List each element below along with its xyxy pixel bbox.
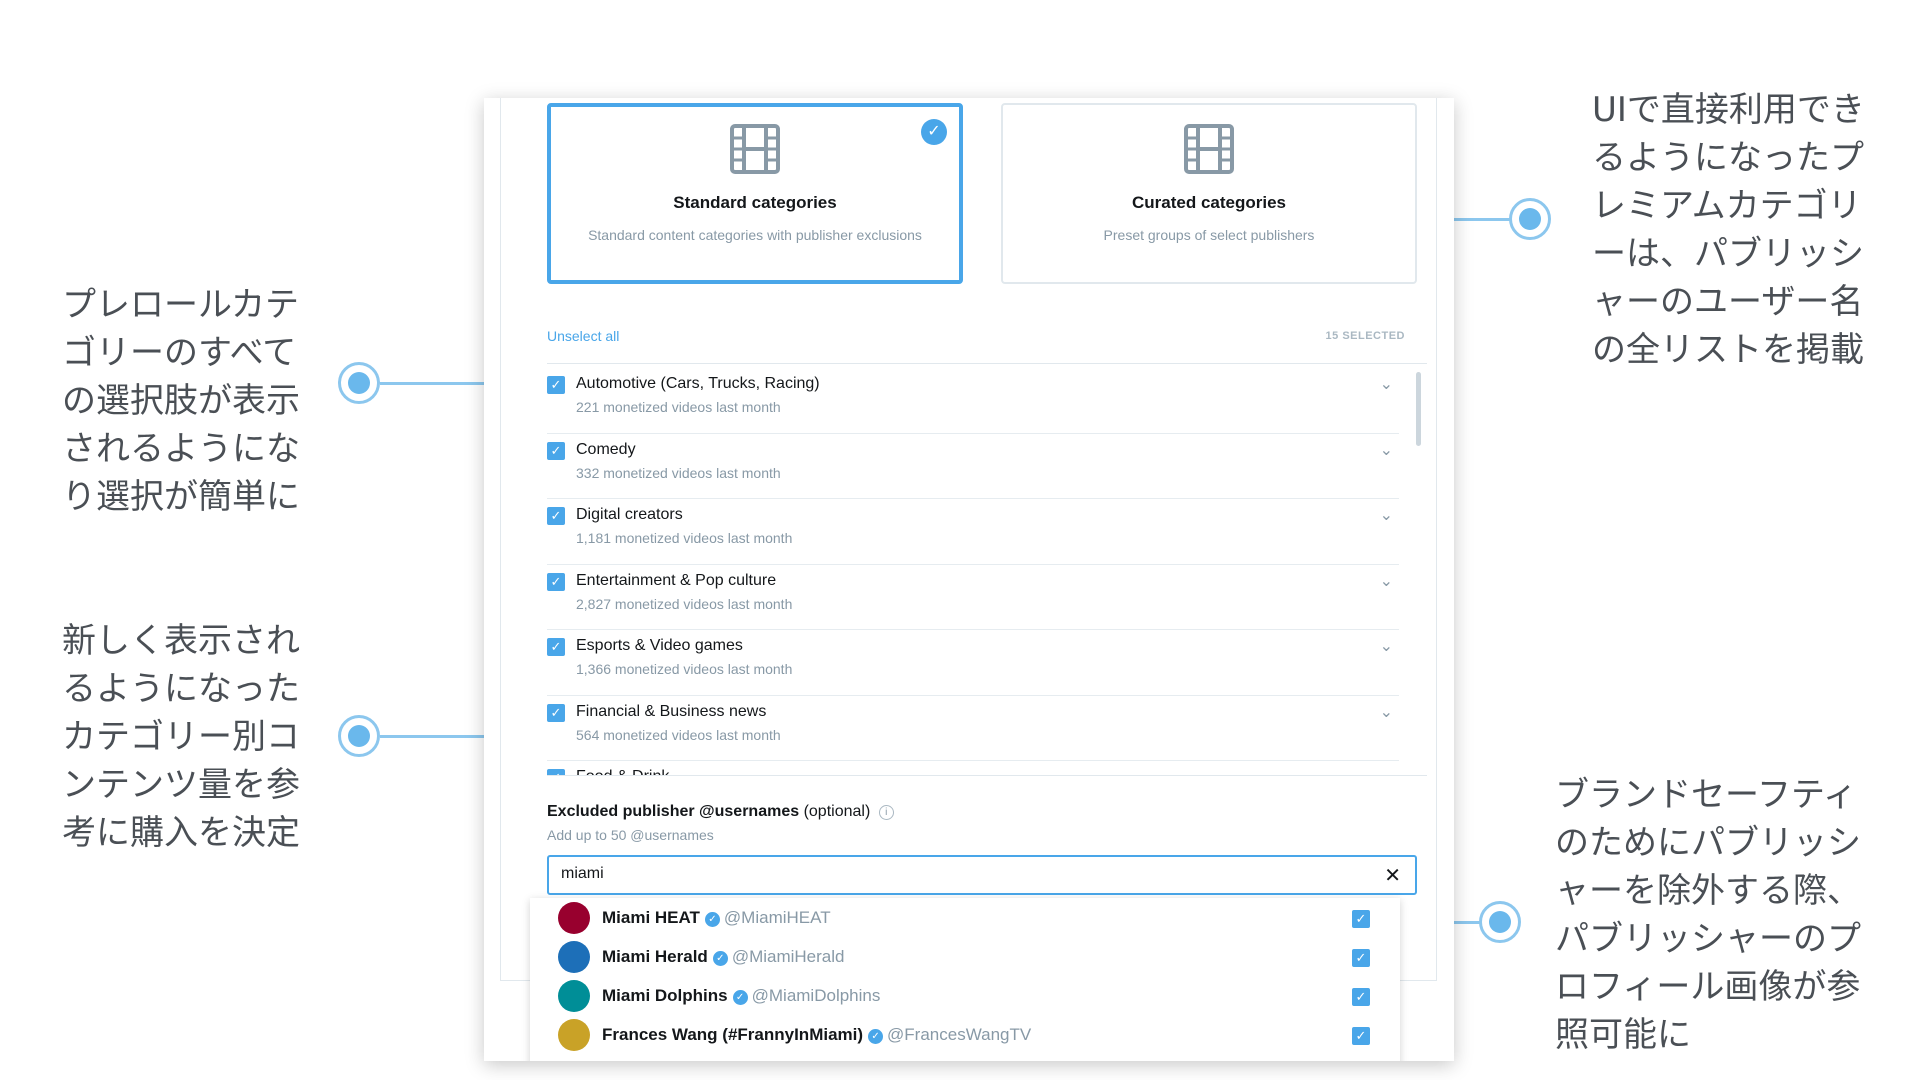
chevron-down-icon[interactable]: ⌄: [1380, 767, 1393, 775]
clear-icon[interactable]: ✕: [1384, 863, 1401, 888]
category-checkbox[interactable]: ✓: [547, 703, 565, 722]
verified-icon: ✓: [704, 912, 720, 927]
category-name: Food & Drink: [576, 768, 669, 775]
username-limit: 50: [610, 827, 627, 843]
curated-categories-title: Curated categories: [1132, 193, 1286, 212]
publisher-name: Miami HEAT ✓ @MiamiHEAT: [602, 908, 831, 928]
exclude-checkbox[interactable]: ✓: [1352, 1027, 1370, 1045]
exclude-checkbox[interactable]: ✓: [1352, 910, 1370, 928]
standard-categories-card[interactable]: Standard categories Standard content cat…: [547, 103, 963, 284]
chevron-down-icon[interactable]: ⌄: [1380, 505, 1393, 525]
selected-count: 15 SELECTED: [1325, 330, 1405, 342]
category-video-count: 1,366 monetized videos last month: [576, 661, 793, 677]
film-icon: [1184, 124, 1234, 174]
publisher-name: Frances Wang (#FrannyInMiami) ✓ @FrancesWa…: [602, 1025, 1031, 1045]
category-checkbox[interactable]: ✓: [547, 376, 565, 394]
publisher-name: Miami Herald ✓ @MiamiHerald: [602, 947, 844, 967]
category-checkbox[interactable]: ✓: [547, 638, 565, 656]
category-checkbox[interactable]: ✓: [547, 572, 565, 591]
category-name: Digital creators: [576, 506, 683, 523]
exclude-checkbox[interactable]: ✓: [1352, 949, 1370, 967]
curated-categories-description: Preset groups of select publishers: [1103, 227, 1315, 243]
category-row[interactable]: ✓ Esports & Video games 1,366 monetized …: [547, 630, 1399, 696]
excluded-publishers-section: Excluded publisher @usernames (optional)…: [547, 803, 1417, 895]
publisher-display-name: Miami Dolphins: [602, 986, 728, 1005]
excluded-publishers-heading: Excluded publisher @usernames (optional)…: [547, 803, 1417, 821]
annotation-premium-categories: UIで直接利用できるようになったプレミアムカテゴリーは、パブリッシャーのユーザー…: [1592, 90, 1865, 370]
category-checkbox[interactable]: ✓: [547, 507, 565, 525]
publisher-results-dropdown: Miami HEAT ✓ @MiamiHEAT ✓ Miami Herald ✓ @Mi…: [530, 898, 1400, 1061]
help-suffix: @usernames: [630, 827, 714, 843]
category-name: Entertainment & Pop culture: [576, 571, 777, 589]
category-video-count: 564 monetized videos last month: [576, 726, 781, 743]
category-row[interactable]: ✓ Financial & Business news 564 monetize…: [547, 696, 1399, 761]
annotation-categories: プレロールカテゴリーのすべての選択肢が表示されるようになり選択が簡単に: [62, 285, 300, 517]
publisher-result-row[interactable]: Frances Wang (#FrannyInMiami) ✓ @FrancesWa…: [530, 1015, 1400, 1054]
category-name: Comedy: [576, 440, 636, 458]
connector-dot-categories: [338, 362, 380, 404]
publisher-handle: @MiamiDolphins: [751, 986, 881, 1005]
help-prefix: Add up to: [547, 827, 607, 843]
publisher-name: Miami Dolphins ✓ @MiamiDolphins: [602, 986, 880, 1006]
category-row[interactable]: ✓ Entertainment & Pop culture 2,827 mone…: [547, 565, 1399, 630]
avatar: [558, 902, 590, 934]
publisher-display-name: Miami Herald: [602, 947, 708, 966]
category-name: Financial & Business news: [576, 702, 767, 720]
publisher-result-row[interactable]: Miami HEAT ✓ @MiamiHEAT ✓: [530, 898, 1400, 937]
category-video-count: 1,181 monetized videos last month: [576, 530, 793, 546]
connector-dot-premium: [1509, 198, 1551, 240]
selected-check-icon: ✓: [921, 119, 947, 145]
avatar: [558, 1019, 590, 1051]
chevron-down-icon[interactable]: ⌄: [1380, 702, 1393, 722]
category-name: Esports & Video games: [576, 637, 743, 654]
standard-categories-description: Standard content categories with publish…: [588, 227, 922, 243]
category-panel: Standard categories Standard content cat…: [500, 98, 1437, 981]
publisher-handle: @MiamiHEAT: [723, 908, 831, 927]
chevron-down-icon[interactable]: ⌄: [1380, 374, 1393, 394]
category-video-count: 332 monetized videos last month: [576, 464, 781, 481]
category-list: ✓ Automotive (Cars, Trucks, Racing) 221 …: [547, 368, 1427, 776]
verified-icon: ✓: [868, 1029, 884, 1044]
category-video-count: 2,827 monetized videos last month: [576, 595, 793, 612]
standard-categories-title: Standard categories: [673, 193, 837, 212]
connector-dot-brand-safety: [1479, 901, 1521, 943]
film-icon: [730, 124, 780, 174]
publisher-handle: @FrancesWangTV: [887, 1025, 1032, 1044]
category-checkbox[interactable]: ✓: [547, 441, 565, 460]
category-row[interactable]: ✓ Comedy 332 monetized videos last month…: [547, 434, 1399, 499]
category-row[interactable]: ✓ Food & Drink ⌄: [547, 761, 1399, 775]
verified-icon: ✓: [732, 990, 748, 1005]
verified-icon: ✓: [712, 951, 728, 966]
avatar: [558, 941, 590, 973]
curated-categories-card[interactable]: Curated categories Preset groups of sele…: [1001, 103, 1417, 284]
category-video-count: 221 monetized videos last month: [576, 399, 781, 415]
unselect-all-link[interactable]: Unselect all: [547, 328, 619, 344]
targeting-window: Standard categories Standard content cat…: [484, 98, 1454, 1061]
publisher-search-box: ✕: [547, 855, 1417, 895]
category-name: Automotive (Cars, Trucks, Racing): [576, 375, 820, 392]
info-icon[interactable]: i: [878, 805, 894, 820]
publisher-display-name: Frances Wang (#FrannyInMiami): [602, 1025, 864, 1044]
chevron-down-icon[interactable]: ⌄: [1380, 636, 1393, 656]
category-list-scrollbar[interactable]: [1416, 372, 1421, 446]
category-row[interactable]: ✓ Digital creators 1,181 monetized video…: [547, 499, 1399, 565]
category-checkbox[interactable]: ✓: [547, 769, 565, 775]
avatar: [558, 980, 590, 1012]
annotation-brand-safety: ブランドセーフティのためにパブリッシャーを除外する際、パブリッシャーのプロフィー…: [1555, 775, 1861, 1055]
excluded-publishers-help: Add up to 50 @usernames: [547, 827, 1417, 843]
category-list-toolbar: Unselect all 15 SELECTED: [547, 328, 1427, 364]
chevron-down-icon[interactable]: ⌄: [1380, 440, 1393, 460]
optional-label: (optional): [803, 803, 871, 820]
annotation-content-volume: 新しく表示されるようになったカテゴリー別コンテンツ量を参考に購入を決定: [62, 621, 300, 853]
chevron-down-icon[interactable]: ⌄: [1380, 571, 1393, 591]
excluded-publishers-title: Excluded publisher @usernames: [547, 803, 800, 820]
category-row[interactable]: ✓ Automotive (Cars, Trucks, Racing) 221 …: [547, 368, 1399, 434]
connector-dot-volume: [338, 715, 380, 757]
publisher-result-row[interactable]: Miami Herald ✓ @MiamiHerald ✓: [530, 937, 1400, 976]
exclude-checkbox[interactable]: ✓: [1352, 988, 1370, 1006]
publisher-display-name: Miami HEAT: [602, 908, 700, 927]
publisher-handle: @MiamiHerald: [731, 947, 845, 966]
publisher-search-input[interactable]: [561, 865, 1361, 883]
publisher-result-row[interactable]: Miami Dolphins ✓ @MiamiDolphins ✓: [530, 976, 1400, 1015]
